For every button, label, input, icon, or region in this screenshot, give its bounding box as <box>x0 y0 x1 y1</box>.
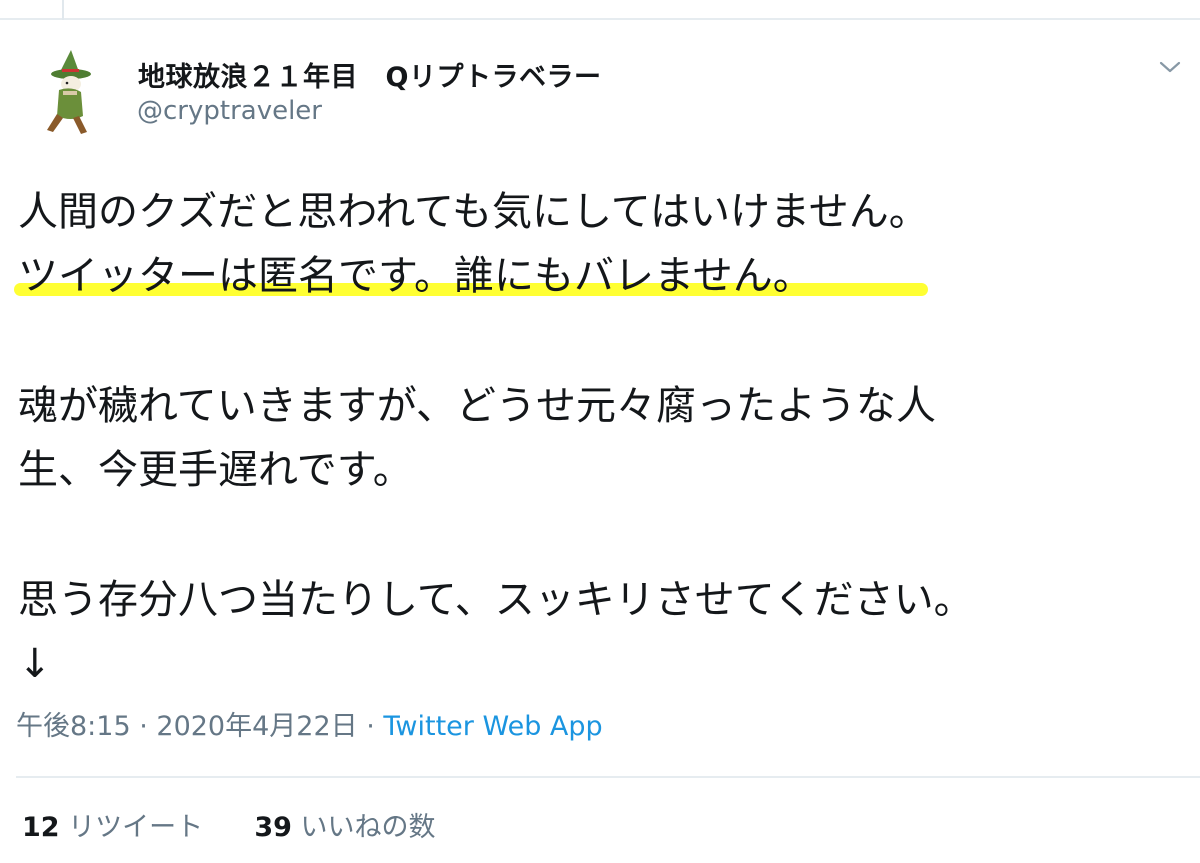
tweet-time[interactable]: 午後8:15 <box>16 711 131 742</box>
tweet-line: 魂が穢れていきますが、どうせ元々腐ったような人 <box>18 383 936 429</box>
meta-separator: · <box>357 711 384 742</box>
tweet-text: 人間のクズだと思われても気にしてはいけません。 ツイッターは匿名です。誰にもバレ… <box>18 180 1188 696</box>
likes-label: いいねの数 <box>300 812 436 843</box>
likes-stat[interactable]: 39 いいねの数 <box>254 812 435 843</box>
tweet-line-highlighted: ツイッターは匿名です。誰にもバレません。 <box>18 253 813 299</box>
snufkin-avatar-icon <box>47 50 91 134</box>
tweet-meta: 午後8:15 · 2020年4月22日 · Twitter Web App <box>16 704 603 743</box>
top-border <box>0 18 1200 20</box>
tweet-date[interactable]: 2020年4月22日 <box>156 711 357 742</box>
tweet-line: 生、今更手遅れです。 <box>18 447 413 493</box>
tweet-line: ↓ <box>18 641 52 687</box>
tweet-line: 人間のクズだと思われても気にしてはいけません。 <box>18 189 929 235</box>
tweet-stats: 12 リツイート 39 いいねの数 <box>22 805 436 844</box>
meta-separator: · <box>130 711 157 742</box>
retweets-label: リツイート <box>68 812 204 843</box>
author-display-name[interactable]: 地球放浪２１年目 Qリプトラベラー <box>138 55 601 94</box>
chevron-down-icon <box>1159 61 1181 73</box>
divider <box>16 776 1200 778</box>
likes-count: 39 <box>254 812 292 843</box>
avatar[interactable] <box>19 44 114 139</box>
tweet-line: 思う存分八つ当たりして、スッキリさせてください。 <box>18 577 974 623</box>
author-handle[interactable]: @cryptraveler <box>137 96 322 126</box>
more-options-button[interactable] <box>1158 58 1182 76</box>
tweet-source-link[interactable]: Twitter Web App <box>383 711 602 742</box>
thread-line <box>62 0 64 20</box>
retweets-stat[interactable]: 12 リツイート <box>22 812 212 843</box>
retweets-count: 12 <box>22 812 60 843</box>
